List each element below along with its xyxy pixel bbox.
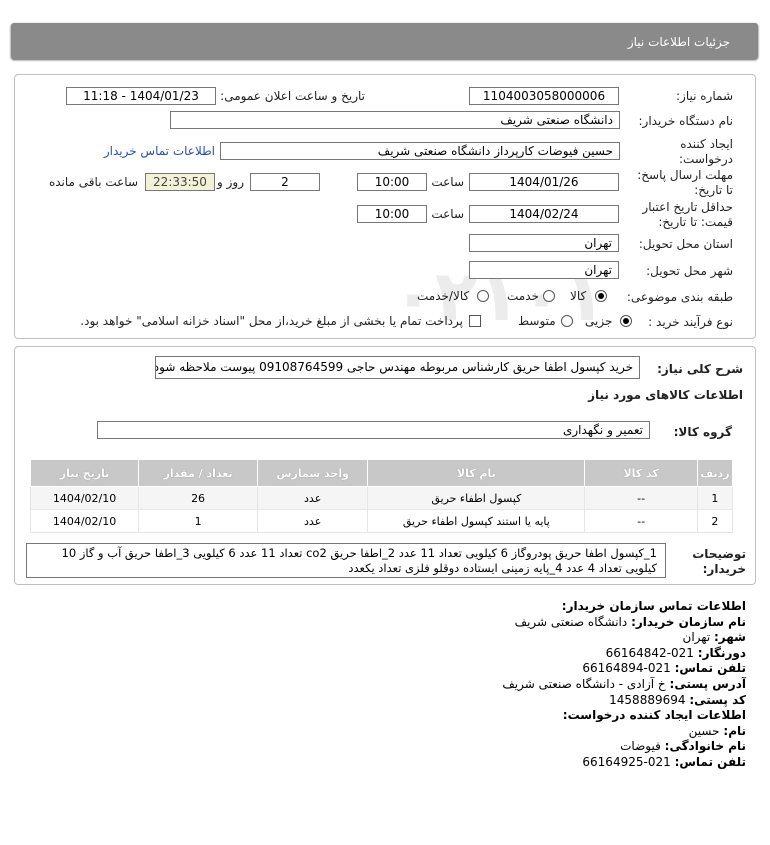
contact-org-label: نام سازمان خریدار: [631, 614, 746, 629]
col-date: تاریخ نیاز [29, 459, 140, 487]
contact-title: اطلاعات تماس سازمان خریدار: [561, 599, 746, 613]
cell-date: 1404/02/10 [29, 486, 140, 510]
table-row: 2 -- پایه یا استند کپسول اطفاء حریق عدد … [29, 509, 734, 533]
cell-name: پایه یا استند کپسول اطفاء حریق [367, 509, 586, 533]
creator-label-line1: ایجاد کننده [680, 137, 733, 151]
buyer-notes-label-line1: توضیحات [692, 547, 746, 561]
creator-info-title: اطلاعات ایجاد کننده درخواست: [562, 708, 746, 723]
validity-label-line1: حداقل تاریخ اعتبار [642, 200, 733, 214]
category-goods-label: کالا [570, 289, 587, 303]
cell-name: کپسول اطفاء حریق [367, 486, 586, 510]
contact-city-value: تهران [682, 630, 711, 645]
buyer-notes-line1: 1_کپسول اطفا حریق پودروگاز 6 کیلویی تعدا… [61, 546, 657, 560]
contact-fax-value: 021-66164842 [605, 645, 694, 660]
creator-phone-value: 021-66164925 [582, 754, 671, 769]
remaining-time-field: 22:33:50 [145, 173, 215, 191]
page-title: جزئیات اطلاعات نیاز [627, 35, 730, 49]
reply-time-field: 10:00 [357, 173, 427, 191]
process-label: نوع فرآیند خرید : [648, 315, 733, 329]
creator-name-value: حسین [688, 723, 720, 738]
reply-date-field: 1404/01/26 [469, 173, 619, 191]
creator-family-value: فیوضات [620, 739, 661, 754]
need-number-field: 1104003058000006 [469, 87, 619, 105]
cell-unit: عدد [257, 486, 369, 510]
buyer-notes-line2: کیلویی تعداد 4 عدد 4_پایه زمینی ایستاده … [348, 561, 657, 575]
cell-qty: 1 [138, 509, 259, 533]
process-medium-radio[interactable] [561, 315, 573, 327]
reply-deadline-label-line1: مهلت ارسال پاسخ: [637, 168, 733, 182]
remaining-time-label: ساعت باقی مانده [48, 175, 138, 189]
process-partial-radio[interactable] [620, 315, 632, 327]
reply-time-label: ساعت [431, 175, 464, 189]
process-partial-label: جزیی [585, 314, 613, 328]
creator-label-line2: درخواست: [679, 152, 733, 166]
category-goods-service-label: کالا/خدمت [417, 289, 470, 303]
province-field: تهران [469, 234, 619, 252]
province-label: استان محل تحویل: [638, 237, 733, 251]
reply-deadline-label-line2: تا تاریخ: [694, 183, 733, 197]
col-row: ردیف [696, 459, 734, 487]
contact-section: اطلاعات تماس سازمان خریدار: نام سازمان خ… [502, 599, 746, 771]
goods-group-label: گروه کالا: [673, 425, 732, 439]
category-goods-radio[interactable] [595, 290, 607, 302]
col-unit: واحد شمارش [257, 459, 369, 487]
contact-postal-value: 1458889694 [609, 692, 686, 707]
validity-time-label: ساعت [431, 207, 464, 221]
goods-table: ردیف کد کالا نام کالا واحد شمارش تعداد /… [29, 459, 734, 533]
announce-field: 1404/01/23 - 11:18 [66, 87, 216, 105]
description-label: شرح کلی نیاز: [657, 362, 743, 376]
category-service-radio[interactable] [543, 290, 555, 302]
contact-postal-label: کد پستی: [689, 692, 746, 707]
buyer-notes-label-line2: خریدار: [702, 562, 746, 576]
description-field: خرید کپسول اطفا حریق کارشناس مربوطه مهند… [155, 356, 640, 379]
contact-city-label: شهر: [714, 630, 746, 645]
goods-table-header: ردیف کد کالا نام کالا واحد شمارش تعداد /… [29, 459, 734, 487]
announce-label: تاریخ و ساعت اعلان عمومی: [220, 89, 365, 103]
cell-code: -- [584, 509, 698, 533]
cell-date: 1404/02/10 [29, 509, 140, 533]
treasury-payment-note: پرداخت تمام یا بخشی از مبلغ خرید،از محل … [80, 314, 463, 328]
table-row: 1 -- کپسول اطفاء حریق عدد 26 1404/02/10 [29, 486, 734, 510]
creator-field: حسین فیوضات کارپرداز دانشگاه صنعتی شریف [220, 142, 620, 160]
cell-row: 2 [696, 509, 734, 533]
creator-phone-label: تلفن تماس: [674, 754, 746, 769]
category-service-label: خدمت [507, 289, 539, 303]
cell-code: -- [584, 486, 698, 510]
treasury-payment-checkbox[interactable] [469, 315, 481, 327]
contact-address-value: خ آزادی - دانشگاه صنعتی شریف [502, 676, 666, 691]
buyer-org-label: نام دستگاه خریدار: [638, 114, 734, 128]
city-field: تهران [469, 261, 619, 279]
need-number-label: شماره نیاز: [676, 89, 733, 103]
reply-days-field: 2 [250, 173, 320, 191]
col-name: نام کالا [367, 459, 586, 487]
category-goods-service-radio[interactable] [477, 290, 489, 302]
page-header: جزئیات اطلاعات نیاز [11, 23, 758, 59]
cell-qty: 26 [138, 486, 259, 510]
validity-time-field: 10:00 [357, 205, 427, 223]
contact-phone-label: تلفن تماس: [674, 661, 746, 676]
contact-org-value: دانشگاه صنعتی شریف [514, 614, 628, 629]
buyer-notes-box: 1_کپسول اطفا حریق پودروگاز 6 کیلویی تعدا… [26, 543, 666, 578]
goods-info-title: اطلاعات کالاهای مورد نیاز [588, 388, 743, 402]
col-qty: تعداد / مقدار [138, 459, 259, 487]
buyer-contact-link[interactable]: اطلاعات تماس خریدار [104, 144, 215, 158]
creator-name-label: نام: [723, 723, 746, 738]
validity-date-field: 1404/02/24 [469, 205, 619, 223]
contact-phone-value: 021-66164894 [582, 661, 671, 676]
creator-family-label: نام خانوادگی: [664, 739, 746, 754]
contact-address-label: آدرس پستی: [669, 676, 746, 691]
validity-label-line2: قیمت: تا تاریخ: [658, 215, 733, 229]
buyer-org-field: دانشگاه صنعتی شریف [170, 111, 620, 129]
cell-unit: عدد [257, 509, 369, 533]
category-label: طبقه بندی موضوعی: [626, 290, 733, 304]
col-code: کد کالا [584, 459, 698, 487]
reply-days-label: روز و [217, 175, 244, 189]
process-medium-label: متوسط [518, 314, 556, 328]
cell-row: 1 [696, 486, 734, 510]
goods-group-field: تعمیر و نگهداری [97, 421, 650, 439]
contact-fax-label: دورنگار: [697, 645, 746, 660]
city-label: شهر محل تحویل: [646, 264, 733, 278]
